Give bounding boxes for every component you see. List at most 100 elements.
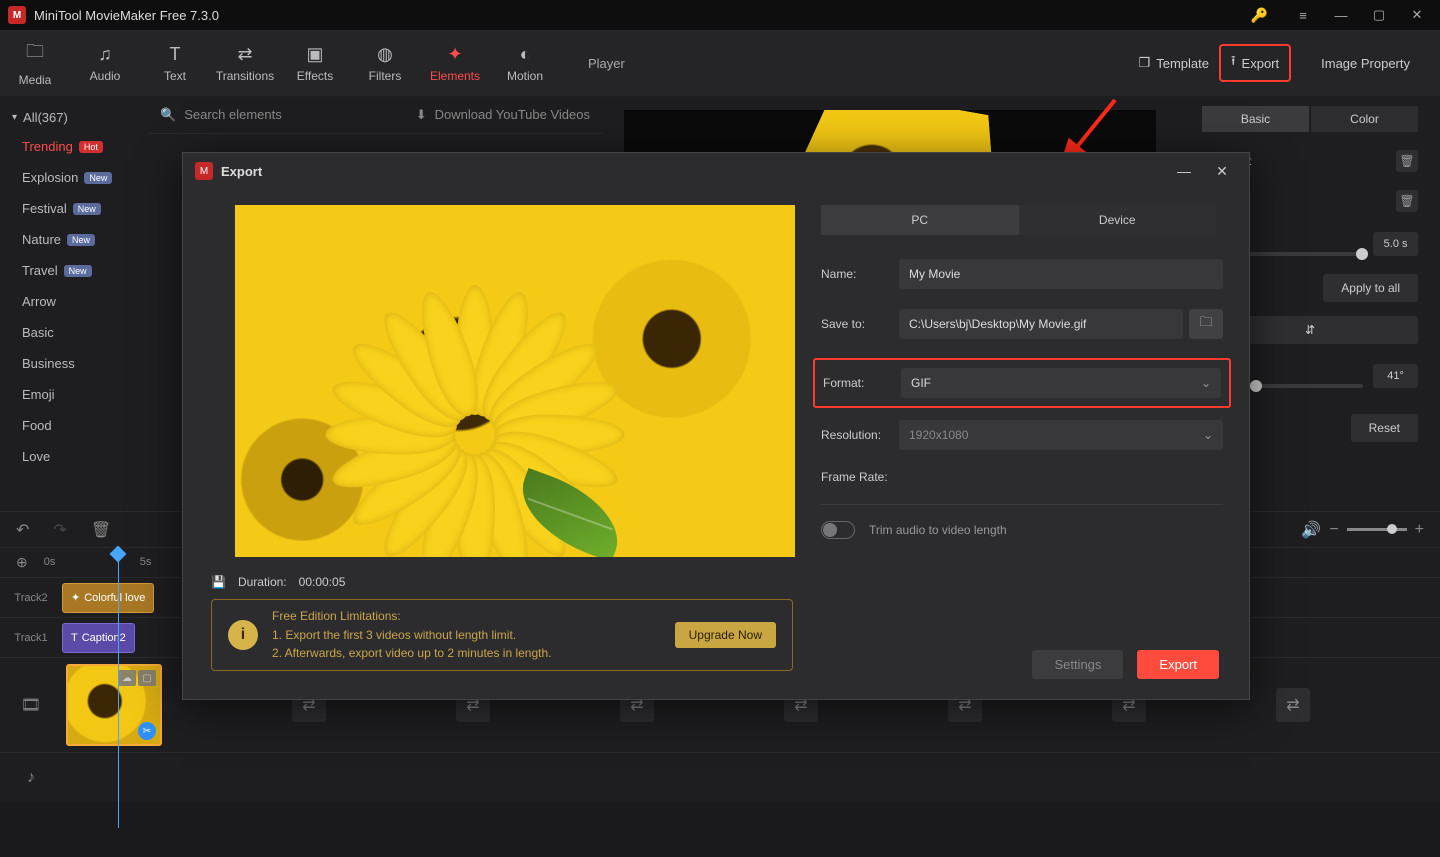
tool-elements[interactable]: ✦Elements	[420, 30, 490, 96]
browse-folder-button[interactable]: 🗀	[1189, 309, 1223, 339]
ruler-5s: 5s	[140, 556, 152, 568]
text-icon: T	[170, 44, 181, 65]
tool-transitions[interactable]: ⇄Transitions	[210, 30, 280, 96]
template-button[interactable]: ❒Template	[1129, 49, 1219, 77]
tab-device[interactable]: Device	[1019, 205, 1217, 235]
audio-track-icon: ♪	[0, 753, 62, 802]
app-logo: M	[8, 6, 26, 24]
tool-text[interactable]: TText	[140, 30, 210, 96]
image-property-label: Image Property	[1291, 56, 1440, 71]
tool-effects[interactable]: ▣Effects	[280, 30, 350, 96]
add-marker-icon[interactable]: ⊕	[16, 554, 28, 571]
sidebar-item-arrow[interactable]: Arrow	[0, 286, 148, 317]
export-preview	[235, 205, 795, 557]
sidebar-item-business[interactable]: Business	[0, 348, 148, 379]
player-label: Player	[588, 56, 1129, 71]
trash-icon[interactable]: 🗑	[91, 520, 111, 540]
layers-icon: ❒	[1139, 55, 1151, 71]
sidebar-item-basic[interactable]: Basic	[0, 317, 148, 348]
apply-all-button[interactable]: Apply to all	[1323, 274, 1418, 302]
scissors-icon[interactable]: ✂	[138, 722, 156, 740]
trim-audio-toggle[interactable]	[821, 521, 855, 539]
close-button[interactable]: ✕	[1207, 163, 1237, 180]
track1-label: Track1	[0, 632, 62, 644]
upload-icon: ⭱	[1231, 52, 1236, 74]
saveto-input[interactable]: C:\Users\bj\Desktop\My Movie.gif	[899, 309, 1183, 339]
framerate-label: Frame Rate:	[821, 470, 888, 484]
elements-icon: ✦	[447, 44, 462, 65]
folder-icon: 🗀	[26, 39, 44, 69]
frame-icon[interactable]: ▢	[138, 670, 156, 686]
motion-icon: ◐	[520, 44, 531, 65]
format-select[interactable]: GIF⌄	[901, 368, 1221, 398]
tab-basic[interactable]: Basic	[1202, 106, 1309, 132]
video-clip-thumb[interactable]: ☁▢ ✂	[66, 664, 162, 746]
export-confirm-button[interactable]: Export	[1137, 650, 1219, 679]
reset-button[interactable]: Reset	[1351, 414, 1418, 442]
elements-sidebar: All(367) TrendingHot ExplosionNew Festiv…	[0, 96, 148, 511]
redo-icon[interactable]: ↷	[53, 520, 66, 540]
clip-caption[interactable]: TCaption2	[62, 623, 135, 653]
name-label: Name:	[821, 267, 899, 281]
tool-media[interactable]: 🗀Media	[0, 30, 70, 96]
save-icon: 💾	[211, 575, 226, 589]
sidebar-item-love[interactable]: Love	[0, 441, 148, 472]
sidebar-item-trending[interactable]: TrendingHot	[0, 131, 148, 162]
video-track-icon: 🎞	[0, 658, 62, 752]
download-link[interactable]: Download YouTube Videos	[435, 107, 590, 122]
trash-icon[interactable]: 🗑	[1396, 150, 1418, 172]
duration-label: Duration:	[238, 575, 287, 589]
name-input[interactable]: My Movie	[899, 259, 1223, 289]
undo-icon[interactable]: ↶	[16, 520, 29, 540]
zoom-out-icon[interactable]: −	[1329, 521, 1338, 539]
sidebar-item-explosion[interactable]: ExplosionNew	[0, 162, 148, 193]
tool-motion[interactable]: ◐Motion	[490, 30, 560, 96]
track2-label: Track2	[0, 592, 62, 604]
sparkle-icon: ✦	[71, 591, 80, 604]
resolution-label: Resolution:	[821, 428, 899, 442]
maximize-button[interactable]: ▢	[1364, 1, 1394, 29]
minimize-button[interactable]: —	[1326, 1, 1356, 29]
text-icon: T	[71, 632, 78, 644]
clip-element[interactable]: ✦Colorful love	[62, 583, 154, 613]
chevron-down-icon: ⌄	[1203, 428, 1213, 442]
search-icon: 🔍	[160, 107, 176, 123]
trim-audio-label: Trim audio to video length	[869, 523, 1007, 537]
settings-button[interactable]: Settings	[1032, 650, 1123, 679]
zoom-slider[interactable]	[1347, 528, 1407, 531]
minimize-button[interactable]: —	[1169, 163, 1199, 179]
app-title: MiniTool MovieMaker Free 7.3.0	[34, 8, 219, 23]
transition-slot[interactable]: ⇄	[1276, 688, 1310, 722]
sidebar-item-food[interactable]: Food	[0, 410, 148, 441]
tool-filters[interactable]: ◍Filters	[350, 30, 420, 96]
sidebar-item-emoji[interactable]: Emoji	[0, 379, 148, 410]
sidebar-head[interactable]: All(367)	[0, 104, 148, 131]
limit-title: Free Edition Limitations:	[272, 607, 661, 626]
sidebar-item-travel[interactable]: TravelNew	[0, 255, 148, 286]
new-badge: New	[73, 203, 101, 215]
zoom-in-icon[interactable]: +	[1415, 521, 1424, 539]
ruler-0s: 0s	[44, 556, 56, 568]
sidebar-item-festival[interactable]: FestivalNew	[0, 193, 148, 224]
filters-icon: ◍	[377, 44, 393, 65]
transition-icon: ⇄	[237, 44, 252, 65]
effects-icon: ▣	[306, 44, 323, 65]
trash-icon[interactable]: 🗑	[1396, 190, 1418, 212]
cloud-icon[interactable]: ☁	[118, 670, 136, 686]
format-highlight: Format: GIF⌄	[813, 358, 1231, 408]
rotation-value: 41°	[1373, 364, 1418, 388]
close-button[interactable]: ✕	[1402, 1, 1432, 29]
format-label: Format:	[823, 376, 901, 390]
tool-audio[interactable]: ♫Audio	[70, 30, 140, 96]
key-icon[interactable]: 🔑	[1251, 7, 1268, 24]
hamburger-icon[interactable]: ≡	[1288, 1, 1318, 29]
export-button[interactable]: ⭱Export	[1219, 44, 1291, 82]
new-badge: New	[64, 265, 92, 277]
search-input[interactable]: Search elements	[184, 107, 282, 122]
volume-icon[interactable]: 🔊	[1301, 520, 1321, 540]
app-logo: M	[195, 162, 213, 180]
tab-color[interactable]: Color	[1311, 106, 1418, 132]
resolution-select[interactable]: 1920x1080⌄	[899, 420, 1223, 450]
tab-pc[interactable]: PC	[821, 205, 1019, 235]
sidebar-item-nature[interactable]: NatureNew	[0, 224, 148, 255]
